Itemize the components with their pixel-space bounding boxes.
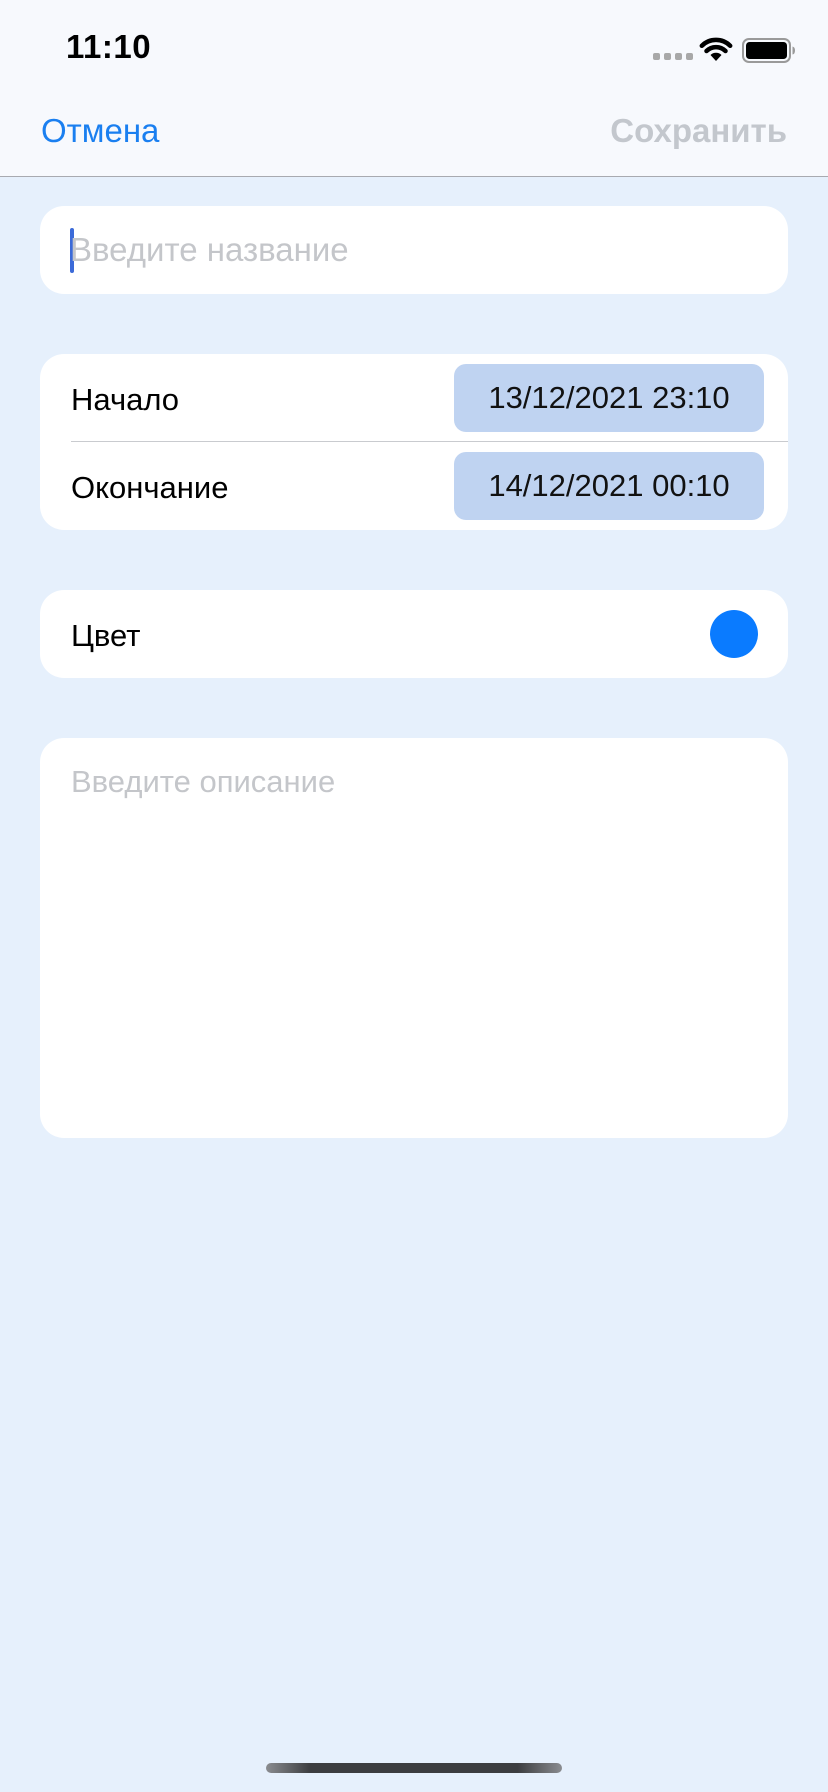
end-label: Окончание (71, 470, 229, 505)
battery-icon (742, 38, 795, 63)
color-picker-swatch[interactable] (710, 610, 758, 658)
color-label: Цвет (71, 618, 141, 653)
dates-card: Начало 13/12/2021 23:10 Окончание 14/12/… (40, 354, 788, 530)
start-label: Начало (71, 382, 180, 417)
start-date-picker[interactable]: 13/12/2021 23:10 (454, 364, 764, 432)
color-card: Цвет (40, 590, 788, 678)
wifi-icon (699, 37, 733, 61)
status-time: 11:10 (66, 28, 152, 65)
cancel-button[interactable]: Отмена (41, 112, 159, 150)
title-input[interactable] (70, 206, 750, 294)
title-card (40, 206, 788, 294)
row-divider (71, 441, 788, 442)
description-card (40, 738, 788, 1138)
navigation-bar: 11:10 Отмена Сохранить (0, 0, 828, 177)
description-input[interactable] (71, 764, 759, 1114)
end-date-picker[interactable]: 14/12/2021 00:10 (454, 452, 764, 520)
home-indicator (266, 1763, 562, 1773)
signal-icon (653, 53, 693, 60)
save-button[interactable]: Сохранить (610, 112, 787, 150)
